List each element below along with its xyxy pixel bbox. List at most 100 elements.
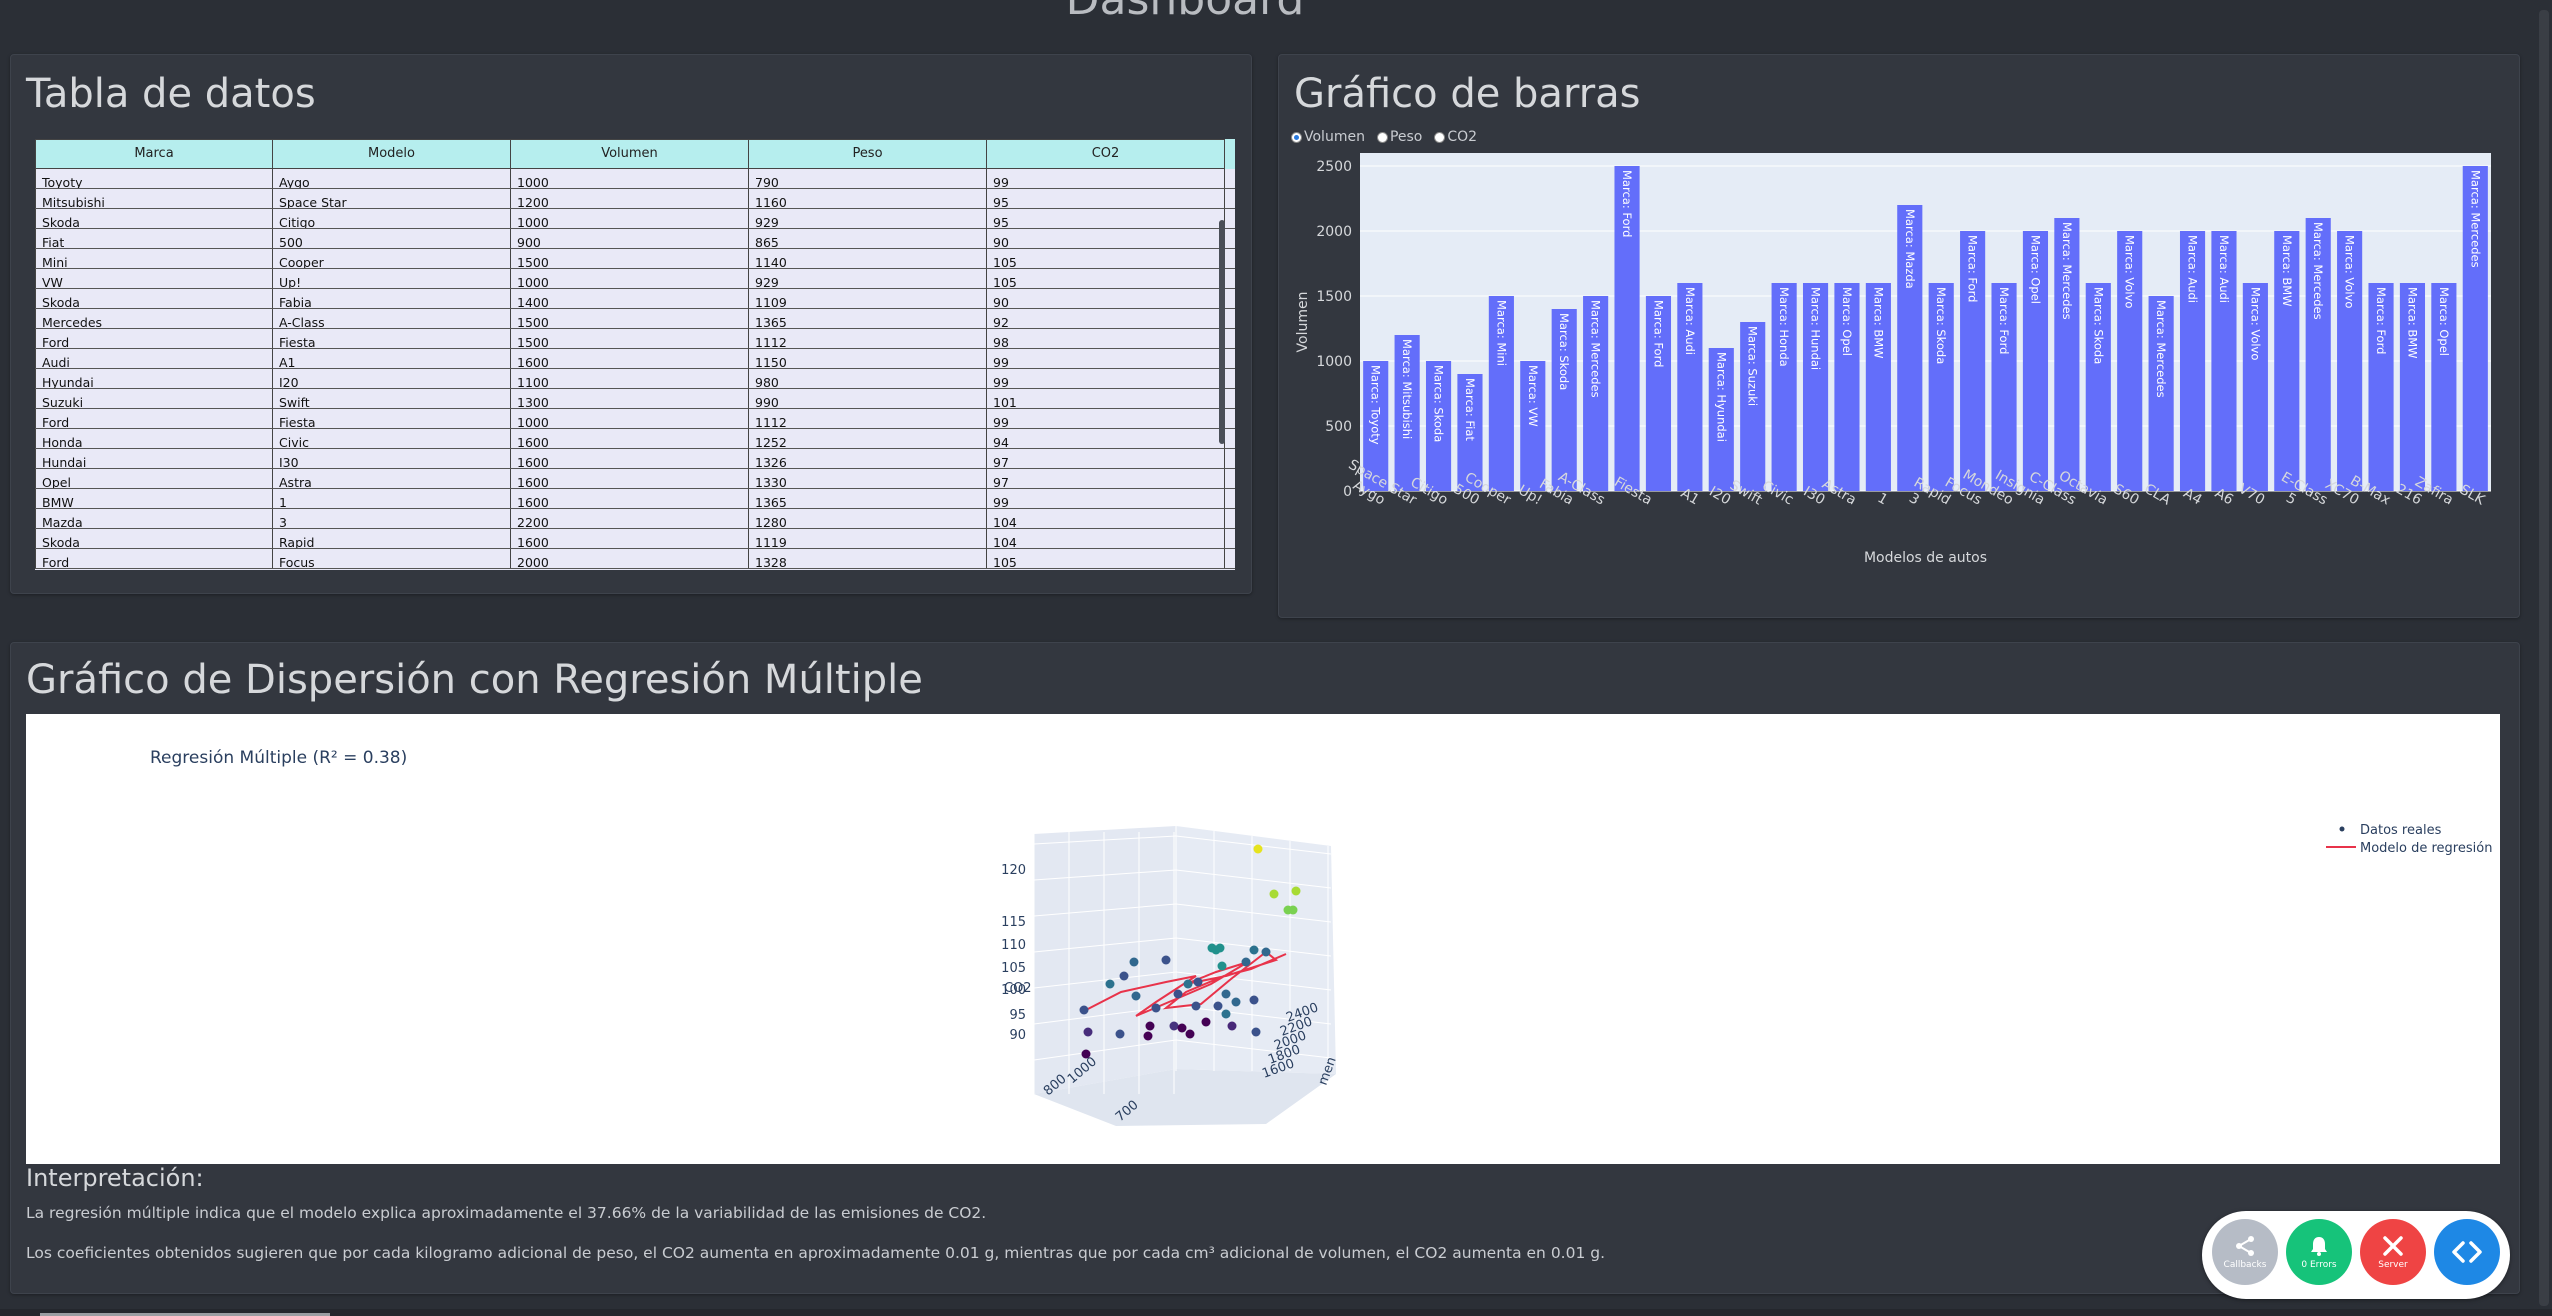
table-panel: Tabla de datos Marca Modelo Volumen Peso CO2… xyxy=(10,54,1252,594)
table-cell: 1112 xyxy=(749,329,987,348)
table-cell: Space Star xyxy=(273,189,511,208)
table-cell: 1000 xyxy=(511,269,749,288)
table-row[interactable]: Skoda Rapid 1600 1119 104 xyxy=(35,529,1235,549)
data-point xyxy=(1131,991,1141,1001)
table-cell: 95 xyxy=(987,209,1225,228)
bar-label: Marca: Skoda xyxy=(1432,365,1446,442)
column-header-modelo[interactable]: Modelo xyxy=(273,139,511,169)
table-row[interactable]: VW Up! 1000 929 105 xyxy=(35,269,1235,289)
table-row[interactable]: Toyoty Aygo 1000 790 99 xyxy=(35,169,1235,189)
table-cell: 99 xyxy=(987,369,1225,388)
table-row[interactable]: Skoda Citigo 1000 929 95 xyxy=(35,209,1235,229)
y-tick-label: 2000 xyxy=(1316,224,1352,240)
z-tick-label: 90 xyxy=(1009,1028,1026,1043)
table-row[interactable]: Audi A1 1600 1150 99 xyxy=(35,349,1235,369)
bar-label: Marca: Hundai xyxy=(1809,287,1823,370)
table-cell: 1600 xyxy=(511,349,749,368)
table-cell: 865 xyxy=(749,229,987,248)
table-cell: 1252 xyxy=(749,429,987,448)
z-tick-label: 95 xyxy=(1009,1008,1026,1023)
column-header-peso[interactable]: Peso xyxy=(749,139,987,169)
table-row[interactable]: Mazda 3 2200 1280 104 xyxy=(35,509,1235,529)
column-header-marca[interactable]: Marca xyxy=(35,139,273,169)
column-header-volumen[interactable]: Volumen xyxy=(511,139,749,169)
scatter-plot[interactable]: Regresión Múltiple (R² = 0.38) Datos rea… xyxy=(26,714,2500,1164)
callbacks-button[interactable]: Callbacks xyxy=(2212,1219,2278,1285)
page-scrollbar-thumb[interactable] xyxy=(2539,10,2549,1306)
table-row[interactable]: Suzuki Swift 1300 990 101 xyxy=(35,389,1235,409)
scatter-3d-chart[interactable]: Datos realesModelo de regresión909510010… xyxy=(26,714,2500,1164)
table-cell: 1400 xyxy=(511,289,749,308)
table-cell: Suzuki xyxy=(35,389,273,408)
table-row[interactable]: Mitsubishi Space Star 1200 1160 95 xyxy=(35,189,1235,209)
data-table[interactable]: Marca Modelo Volumen Peso CO2 Toyoty Aygo 1000… xyxy=(35,139,1235,570)
table-row[interactable]: Ford Fiesta 1500 1112 98 xyxy=(35,329,1235,349)
table-cell: 790 xyxy=(749,169,987,188)
server-label: Server xyxy=(2378,1260,2408,1270)
y-tick-label: 1500 xyxy=(1316,289,1352,305)
table-cell: 104 xyxy=(987,509,1225,528)
errors-button[interactable]: 0 Errors xyxy=(2286,1219,2352,1285)
column-header-co2[interactable]: CO2 xyxy=(987,139,1225,169)
table-cell: I30 xyxy=(273,449,511,468)
share-icon xyxy=(2236,1236,2254,1256)
table-cell: 929 xyxy=(749,269,987,288)
table-row[interactable]: Hyundai I20 1100 980 99 xyxy=(35,369,1235,389)
bar-label: Marca: Volvo xyxy=(2123,235,2137,308)
bar-label: Marca: Mercedes xyxy=(1589,300,1603,398)
table-row[interactable]: Ford Focus 2000 1328 105 xyxy=(35,549,1235,569)
table-row[interactable]: Ford Fiesta 1000 1112 99 xyxy=(35,409,1235,429)
table-cell: Audi xyxy=(35,349,273,368)
data-point xyxy=(1185,1029,1195,1039)
table-cell: 1119 xyxy=(749,529,987,548)
interpretation-paragraph-1: La regresión múltiple indica que el mode… xyxy=(26,1204,987,1222)
bell-icon xyxy=(2311,1237,2327,1256)
table-cell: Mazda xyxy=(35,509,273,528)
table-row[interactable]: Fiat 500 900 865 90 xyxy=(35,229,1235,249)
table-cell: Aygo xyxy=(273,169,511,188)
toggle-debug-button[interactable] xyxy=(2434,1219,2500,1285)
server-button[interactable]: Server xyxy=(2360,1219,2426,1285)
table-cell: 3 xyxy=(273,509,511,528)
table-cell: 980 xyxy=(749,369,987,388)
table-cell: 1500 xyxy=(511,329,749,348)
table-cell: Citigo xyxy=(273,209,511,228)
table-cell: 1109 xyxy=(749,289,987,308)
table-row[interactable]: Skoda Fabia 1400 1109 90 xyxy=(35,289,1235,309)
data-point xyxy=(1221,1009,1231,1019)
page-scrollbar[interactable] xyxy=(2536,0,2552,1316)
bar-label: Marca: Ford xyxy=(2374,287,2388,354)
table-row[interactable]: Hundai I30 1600 1326 97 xyxy=(35,449,1235,469)
table-row[interactable]: Honda Civic 1600 1252 94 xyxy=(35,429,1235,449)
table-row[interactable]: Opel Astra 1600 1330 97 xyxy=(35,469,1235,489)
table-cell: 1365 xyxy=(749,489,987,508)
table-cell: Mini xyxy=(35,249,273,268)
table-cell: 105 xyxy=(987,549,1225,568)
table-cell: 1600 xyxy=(511,429,749,448)
table-cell: Toyoty xyxy=(35,169,273,188)
table-cell: Mitsubishi xyxy=(35,189,273,208)
table-cell: 1500 xyxy=(511,309,749,328)
data-point xyxy=(1193,977,1203,987)
table-row[interactable]: BMW 1 1600 1365 99 xyxy=(35,489,1235,509)
bar-panel: Gráfico de barras Volumen Peso CO2 0 500 100… xyxy=(1278,54,2520,618)
bar-label: Marca: Ford xyxy=(1966,235,1980,302)
table-cell: 900 xyxy=(511,229,749,248)
data-point xyxy=(1261,947,1271,957)
close-icon xyxy=(2383,1236,2403,1256)
bar-label: Marca: Mini xyxy=(1494,300,1508,366)
table-cell: Focus xyxy=(273,549,511,568)
table-row[interactable]: Mercedes A-Class 1500 1365 92 xyxy=(35,309,1235,329)
legend-item: Modelo de regresión xyxy=(2360,841,2492,856)
data-point xyxy=(1291,886,1301,896)
data-point xyxy=(1169,1021,1179,1031)
table-cell: 1112 xyxy=(749,409,987,428)
legend-item: Datos reales xyxy=(2360,823,2442,838)
table-scrollbar[interactable] xyxy=(1219,220,1225,444)
data-point xyxy=(1081,1049,1091,1059)
bar-label: Marca: Mazda xyxy=(1903,209,1917,289)
table-cell: 98 xyxy=(987,329,1225,348)
table-row[interactable]: Mini Cooper 1500 1140 105 xyxy=(35,249,1235,269)
table-cell: 90 xyxy=(987,229,1225,248)
scatter-title: Gráfico de Dispersión con Regresión Múlt… xyxy=(26,657,923,703)
